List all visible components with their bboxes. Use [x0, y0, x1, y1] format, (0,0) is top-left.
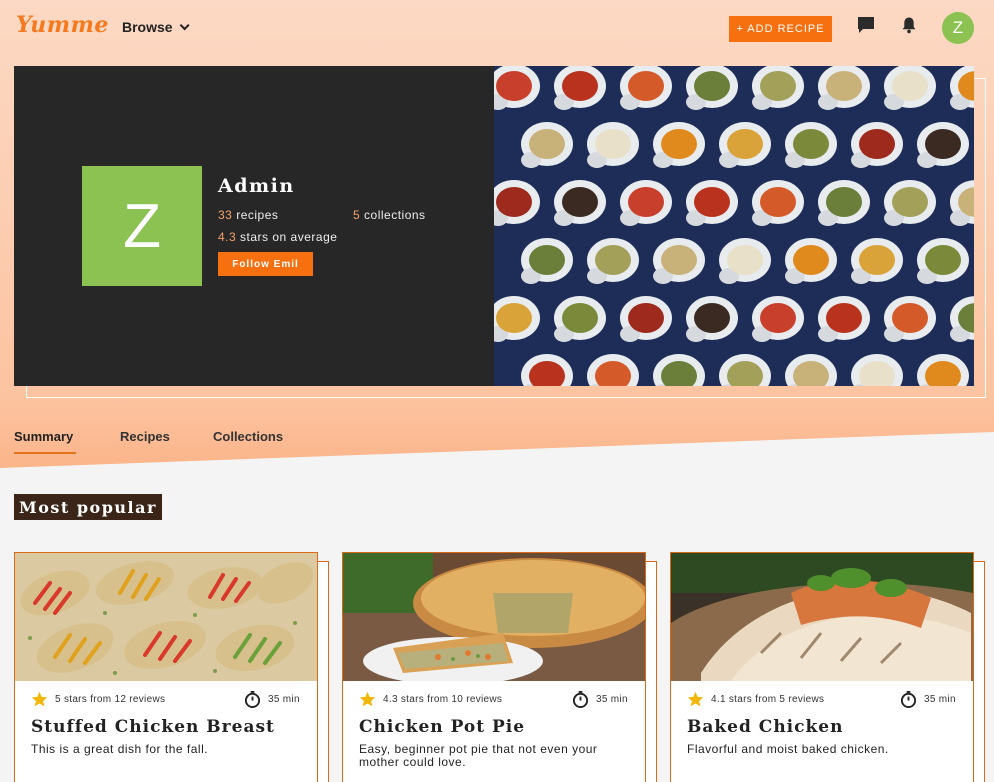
add-recipe-button[interactable]: + ADD RECIPE: [729, 16, 832, 42]
app-logo[interactable]: Yumme: [16, 12, 109, 38]
card-stack-edge: [317, 561, 329, 782]
recipe-image: [343, 553, 645, 681]
timer-icon: [572, 691, 589, 708]
average-stars-stat: 4.3 stars on average: [218, 230, 337, 244]
section-title: Most popular: [14, 494, 162, 520]
recipe-meta: 5 stars from 12 reviews 35 min: [31, 691, 301, 708]
messages-button[interactable]: [857, 16, 877, 36]
star-icon: [31, 691, 48, 707]
spices-hero-image: [494, 66, 974, 386]
active-tab-indicator: [14, 452, 76, 454]
profile-name: Admin: [218, 175, 295, 197]
recipes-label: recipes: [236, 208, 279, 222]
recipe-description: Flavorful and moist baked chicken.: [687, 742, 889, 756]
chat-icon: [858, 17, 874, 33]
top-navigation-bar: Yumme Browse + ADD RECIPE Z: [0, 0, 994, 56]
rating-text: 4.1 stars from 5 reviews: [711, 694, 825, 705]
recipe-description: This is a great dish for the fall.: [31, 742, 209, 756]
cook-time: 35 min: [596, 694, 628, 705]
tab-collections[interactable]: Collections: [213, 429, 283, 444]
recipes-stat: 33 recipes: [218, 208, 278, 222]
user-avatar[interactable]: Z: [942, 12, 974, 44]
follow-button[interactable]: Follow Emil: [218, 252, 313, 276]
rating-text: 5 stars from 12 reviews: [55, 694, 166, 705]
recipe-title: Chicken Pot Pie: [359, 717, 526, 737]
card-stack-edge: [973, 561, 985, 782]
collections-stat: 5 collections: [353, 208, 426, 222]
recipe-meta: 4.1 stars from 5 reviews 35 min: [687, 691, 957, 708]
profile-avatar: Z: [82, 166, 202, 286]
tab-recipes[interactable]: Recipes: [120, 429, 170, 444]
recipe-card-stuffed-chicken-breast[interactable]: 5 stars from 12 reviews 35 min Stuffed C…: [14, 552, 318, 782]
recipe-image: [671, 553, 973, 681]
average-stars-label: stars on average: [240, 230, 338, 244]
recipe-card-chicken-pot-pie[interactable]: 4.3 stars from 10 reviews 35 min Chicken…: [342, 552, 646, 782]
recipe-title: Stuffed Chicken Breast: [31, 717, 275, 737]
collections-label: collections: [364, 208, 426, 222]
tab-summary[interactable]: Summary: [14, 429, 73, 444]
collections-count: 5: [353, 208, 361, 222]
browse-label: Browse: [122, 19, 173, 35]
recipes-count: 33: [218, 208, 233, 222]
recipe-card-baked-chicken[interactable]: 4.1 stars from 5 reviews 35 min Baked Ch…: [670, 552, 974, 782]
notifications-button[interactable]: [900, 16, 920, 36]
timer-icon: [900, 691, 917, 708]
recipe-image: [15, 553, 317, 681]
star-icon: [359, 691, 376, 707]
recipe-title: Baked Chicken: [687, 717, 844, 737]
chevron-down-icon: [179, 19, 190, 30]
browse-menu-button[interactable]: Browse: [122, 19, 190, 35]
timer-icon: [244, 691, 261, 708]
recipe-description: Easy, beginner pot pie that not even you…: [359, 742, 598, 769]
cook-time: 35 min: [924, 694, 956, 705]
star-icon: [687, 691, 704, 707]
recipe-meta: 4.3 stars from 10 reviews 35 min: [359, 691, 629, 708]
cook-time: 35 min: [268, 694, 300, 705]
card-stack-edge: [645, 561, 657, 782]
bell-icon: [902, 17, 916, 34]
rating-text: 4.3 stars from 10 reviews: [383, 694, 503, 705]
average-stars-value: 4.3: [218, 230, 237, 244]
